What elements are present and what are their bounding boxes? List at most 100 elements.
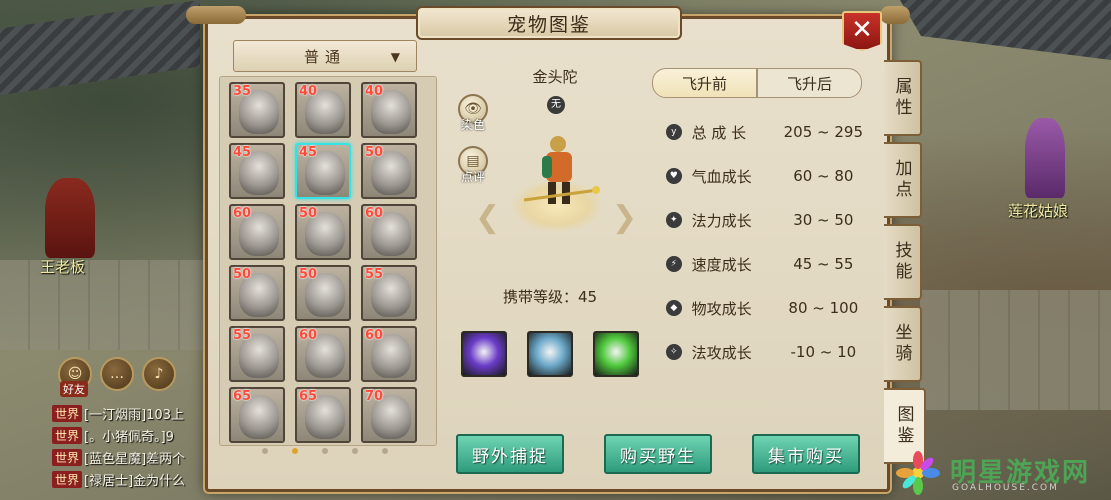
- side-tab[interactable]: 属性: [884, 60, 922, 136]
- stat-row: ✦ 法力成长 30 ~ 50: [662, 198, 877, 242]
- stat-row: y 总 成 长 205 ~ 295: [662, 110, 877, 154]
- chat-line: 世界 [。小猪佩奇。]9: [52, 424, 212, 446]
- npc-lotus-girl[interactable]: [1025, 118, 1065, 198]
- npc-name-left: 王老板: [40, 258, 86, 276]
- pet-slot[interactable]: 50: [295, 204, 351, 260]
- watermark-subtext: GOALHOUSE.COM: [952, 483, 1059, 493]
- pet-level: 55: [365, 267, 384, 282]
- tab-after-ascension[interactable]: 飞升后: [757, 68, 862, 98]
- pet-level: 60: [365, 328, 384, 343]
- frame-ornament: [880, 6, 910, 24]
- dropdown-value: 普通: [303, 47, 346, 66]
- chat-message: [禄居士]金为什么: [84, 473, 186, 489]
- pet-model[interactable]: [520, 130, 600, 220]
- pet-level: 50: [299, 267, 318, 282]
- pet-level: 60: [365, 206, 384, 221]
- stat-name: 物攻成长: [691, 299, 752, 318]
- pet-level: 50: [365, 145, 384, 160]
- pet-slot[interactable]: 50: [295, 265, 351, 321]
- page-dot[interactable]: [352, 448, 358, 454]
- skill-list: [461, 331, 639, 377]
- stats-list: y 总 成 长 205 ~ 295 ♥ 气血成长 60 ~ 80 ✦ 法力成长 30 ~ 50 ⚡…: [662, 110, 877, 374]
- side-tab[interactable]: 技能: [884, 224, 922, 300]
- stone-floor: [0, 260, 205, 350]
- chat-channel-badge: 世界: [52, 448, 83, 466]
- side-tab[interactable]: 加点: [884, 142, 922, 218]
- stat-icon: ⚡: [666, 256, 682, 272]
- side-tab[interactable]: 坐骑: [884, 306, 922, 382]
- stat-range: 80 ~ 100: [788, 299, 859, 317]
- market-buy-button[interactable]: 集市购买: [752, 434, 860, 474]
- pet-slot[interactable]: 40: [361, 82, 417, 138]
- pet-slot[interactable]: 60: [361, 204, 417, 260]
- pet-level: 70: [365, 389, 384, 404]
- pet-slot[interactable]: 50: [361, 143, 417, 199]
- stat-icon: ✧: [666, 344, 682, 360]
- stat-name: 法攻成长: [691, 343, 752, 362]
- chevron-down-icon: ▼: [390, 50, 400, 64]
- close-button[interactable]: ✕: [842, 11, 882, 51]
- pet-slot[interactable]: 65: [229, 387, 285, 443]
- chat-channel-badge: 世界: [52, 404, 83, 422]
- pet-slot[interactable]: 60: [229, 204, 285, 260]
- pet-level: 35: [233, 84, 252, 99]
- pet-slot[interactable]: 55: [361, 265, 417, 321]
- pet-slot[interactable]: 40: [295, 82, 351, 138]
- stat-name: 总 成 长: [691, 123, 747, 142]
- carry-level: 携带等级：45: [503, 288, 598, 306]
- stat-icon: ♥: [666, 168, 682, 184]
- chat-line: 世界 [一汀烟雨]103上: [52, 402, 212, 424]
- skill-icon[interactable]: [527, 331, 573, 377]
- friends-label: 好友: [60, 381, 88, 397]
- tab-before-ascension[interactable]: 飞升前: [652, 68, 757, 98]
- pet-slot[interactable]: 60: [295, 326, 351, 382]
- side-tab-bar: 属性 加点 技能 坐骑 图鉴: [884, 60, 926, 464]
- dye-label: 染色: [460, 118, 485, 132]
- pet-level: 60: [299, 328, 318, 343]
- stat-name: 速度成长: [691, 255, 752, 274]
- page-dot[interactable]: [292, 448, 298, 454]
- page-dot[interactable]: [262, 448, 268, 454]
- buy-wild-button[interactable]: 购买野生: [604, 434, 712, 474]
- pet-slot[interactable]: 35: [229, 82, 285, 138]
- page-dot[interactable]: [322, 448, 328, 454]
- voice-icon[interactable]: ♪: [142, 357, 176, 391]
- pet-grid: 35 40 40 45 45 50 60 50 60 50 50 55 55 60 60 65 65 70: [229, 82, 429, 443]
- pet-slot[interactable]: 65: [295, 387, 351, 443]
- stat-icon: ◆: [666, 300, 682, 316]
- rotate-left-icon[interactable]: ❮: [475, 200, 500, 235]
- stat-icon: ✦: [666, 212, 682, 228]
- pet-slot[interactable]: 55: [229, 326, 285, 382]
- skill-icon[interactable]: [593, 331, 639, 377]
- skill-icon[interactable]: [461, 331, 507, 377]
- pet-slot[interactable]: 60: [361, 326, 417, 382]
- stat-row: ⚡ 速度成长 45 ~ 55: [662, 242, 877, 286]
- pet-level: 50: [233, 267, 252, 282]
- pet-slot[interactable]: 70: [361, 387, 417, 443]
- page-dot[interactable]: [382, 448, 388, 454]
- npc-merchant[interactable]: [45, 178, 95, 258]
- chat-message: [一汀烟雨]103上: [84, 407, 184, 423]
- pet-slot[interactable]: 45: [295, 143, 351, 199]
- message-icon[interactable]: …: [100, 357, 134, 391]
- stat-icon: y: [666, 124, 682, 140]
- pet-slot[interactable]: 50: [229, 265, 285, 321]
- pet-slot[interactable]: 45: [229, 143, 285, 199]
- frame-ornament: [186, 6, 246, 24]
- stone-wall: [920, 290, 1111, 410]
- rotate-right-icon[interactable]: ❯: [612, 200, 637, 235]
- pet-level: 65: [299, 389, 318, 404]
- npc-name-right: 莲花姑娘: [1008, 202, 1069, 220]
- chat-message: [。小猪佩奇。]9: [84, 429, 174, 445]
- pet-level: 45: [233, 145, 252, 160]
- stat-range: 205 ~ 295: [783, 123, 864, 141]
- wild-capture-button[interactable]: 野外捕捉: [456, 434, 564, 474]
- stat-row: ◆ 物攻成长 80 ~ 100: [662, 286, 877, 330]
- chat-log[interactable]: 世界 [一汀烟雨]103上 世界 [。小猪佩奇。]9 世界 [蓝色星魔]差两个 世界 [禄居士…: [52, 402, 212, 490]
- pet-type-dropdown[interactable]: 普通 ▼: [233, 40, 417, 72]
- chat-channel-badge: 世界: [52, 470, 83, 488]
- stat-name: 法力成长: [691, 211, 752, 230]
- stat-range: 45 ~ 55: [793, 255, 854, 273]
- page-indicator: [262, 448, 388, 454]
- chat-message: [蓝色星魔]差两个: [84, 451, 186, 467]
